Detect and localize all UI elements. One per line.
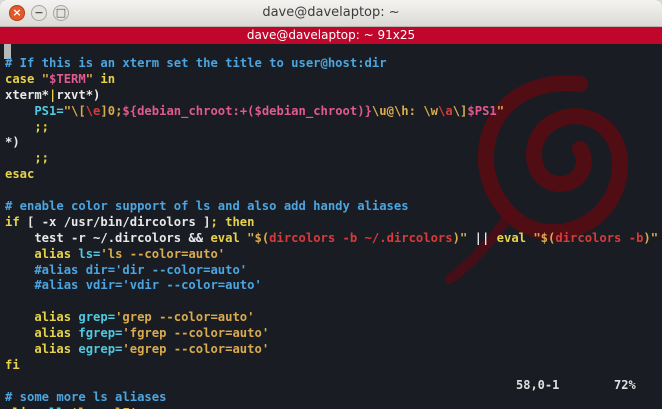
code-line: ;; [5, 120, 658, 136]
code-token: ls= [78, 246, 101, 261]
code-line: alias ls='ls --color=auto' [5, 247, 658, 263]
code-token: fgrep= [78, 326, 123, 341]
code-token: "\[ [63, 103, 86, 118]
code-token: alias [5, 310, 79, 325]
code-line: esac [5, 167, 658, 183]
code-token: rxvt*) [56, 87, 101, 102]
code-token: || [467, 230, 497, 245]
code-line: #alias dir='dir --color=auto' [5, 263, 658, 279]
window-title: dave@davelaptop: ~ [262, 5, 400, 20]
code-token: #alias vdir='vdir --color=auto' [5, 278, 262, 293]
code-line: alias grep='grep --color=auto' [5, 310, 658, 326]
code-token: 'ls -alF' [71, 406, 137, 409]
code-token: fi [5, 357, 20, 372]
code-token: PS1= [5, 103, 64, 118]
code-token: dircolors -b [555, 230, 644, 245]
code-token: if [5, 214, 28, 229]
code-line: if [ -x /usr/bin/dircolors ]; then [5, 215, 658, 231]
code-line: *) [5, 135, 658, 151]
code-token: in [93, 71, 116, 86]
code-token: case [5, 71, 42, 86]
code-token: "$( [247, 230, 270, 245]
code-token: \u [371, 103, 387, 118]
code-token: @ [386, 103, 394, 118]
code-line: ;; [5, 151, 658, 167]
code-token: eval [496, 230, 534, 245]
code-token: \] [452, 103, 468, 118]
code-token: 'grep --color=auto' [115, 310, 255, 325]
code-token: *) [5, 135, 20, 150]
code-token: esac [5, 167, 35, 182]
code-token: $debian_chroot [254, 103, 358, 118]
code-line: fi [5, 358, 658, 374]
code-token: [ -x /usr/bin/dircolors ] [27, 214, 211, 229]
scroll-percent: 72% [614, 378, 636, 392]
code-token: )} [357, 103, 372, 118]
code-token: " [496, 103, 505, 118]
code-token: " [41, 71, 50, 86]
code-token: dircolors -b ~/.dircolors [269, 230, 453, 245]
code-token: # enable color support of ls and also ad… [5, 199, 409, 214]
code-line: xterm*|rxvt*) [5, 88, 658, 104]
code-token: \a [438, 103, 453, 118]
code-line: PS1="\[\e]0;${debian_chroot:+($debian_ch… [5, 104, 658, 120]
title-bar[interactable]: × − □ dave@davelaptop: ~ [0, 0, 662, 27]
code-line: test -r ~/.dircolors && eval "$(dircolor… [5, 231, 658, 247]
code-token: ${debian_chroot:+( [122, 103, 255, 118]
code-token: alias [5, 342, 79, 357]
code-token: && [188, 230, 204, 245]
code-token: )" [452, 230, 468, 245]
code-token: ;; [5, 119, 50, 134]
code-line: alias fgrep='fgrep --color=auto' [5, 326, 658, 342]
code-token: ; then [210, 214, 255, 229]
tab-title: dave@davelaptop: ~ 91x25 [246, 28, 416, 42]
code-line: #alias vdir='vdir --color=auto' [5, 278, 658, 294]
code-line: # If this is an xterm set the title to u… [5, 56, 658, 72]
code-token: ]0; [100, 103, 123, 118]
code-token: \e [85, 103, 101, 118]
code-line: case "$TERM" in [5, 72, 658, 88]
code-token: 'ls --color=auto' [100, 246, 226, 261]
code-token: $PS1 [467, 103, 497, 118]
code-token: $TERM [49, 71, 86, 86]
code-token: grep= [78, 310, 116, 325]
code-token: xterm* [5, 87, 50, 102]
code-token: ;; [5, 151, 50, 166]
code-token: " [85, 71, 94, 86]
code-token: # If this is an xterm set the title to u… [5, 56, 387, 70]
terminal-window: × − □ dave@davelaptop: ~ dave@davelaptop… [0, 0, 662, 409]
code-token: # some more ls aliases [5, 389, 167, 404]
code-token: )" [643, 230, 659, 245]
code-token: test -r ~/.dircolors [5, 230, 189, 245]
code-token: alias [5, 326, 79, 341]
code-line: alias ll='ls -alF' [5, 406, 658, 409]
code-token: egrep= [78, 342, 123, 357]
code-token: 'fgrep --color=auto' [122, 326, 270, 341]
code-line: # some more ls aliases [5, 390, 658, 406]
terminal-tab[interactable]: dave@davelaptop: ~ 91x25 [0, 27, 662, 44]
code-token: #alias dir='dir --color=auto' [5, 262, 248, 277]
code-token: eval [203, 230, 248, 245]
code-line: alias egrep='egrep --color=auto' [5, 342, 658, 358]
code-token: "$( [533, 230, 556, 245]
code-token: \w [423, 103, 439, 118]
code-token: alias [5, 406, 49, 409]
code-token: alias [5, 246, 79, 261]
code-token: 'egrep --color=auto' [122, 342, 270, 357]
code-token: ll= [49, 406, 71, 409]
code-token: \h [393, 103, 409, 118]
code-line: # enable color support of ls and also ad… [5, 199, 658, 215]
cursor-position: 58,0-1 [516, 378, 560, 392]
code-lines: # If this is an xterm set the title to u… [5, 56, 658, 409]
code-token: : [408, 103, 424, 118]
